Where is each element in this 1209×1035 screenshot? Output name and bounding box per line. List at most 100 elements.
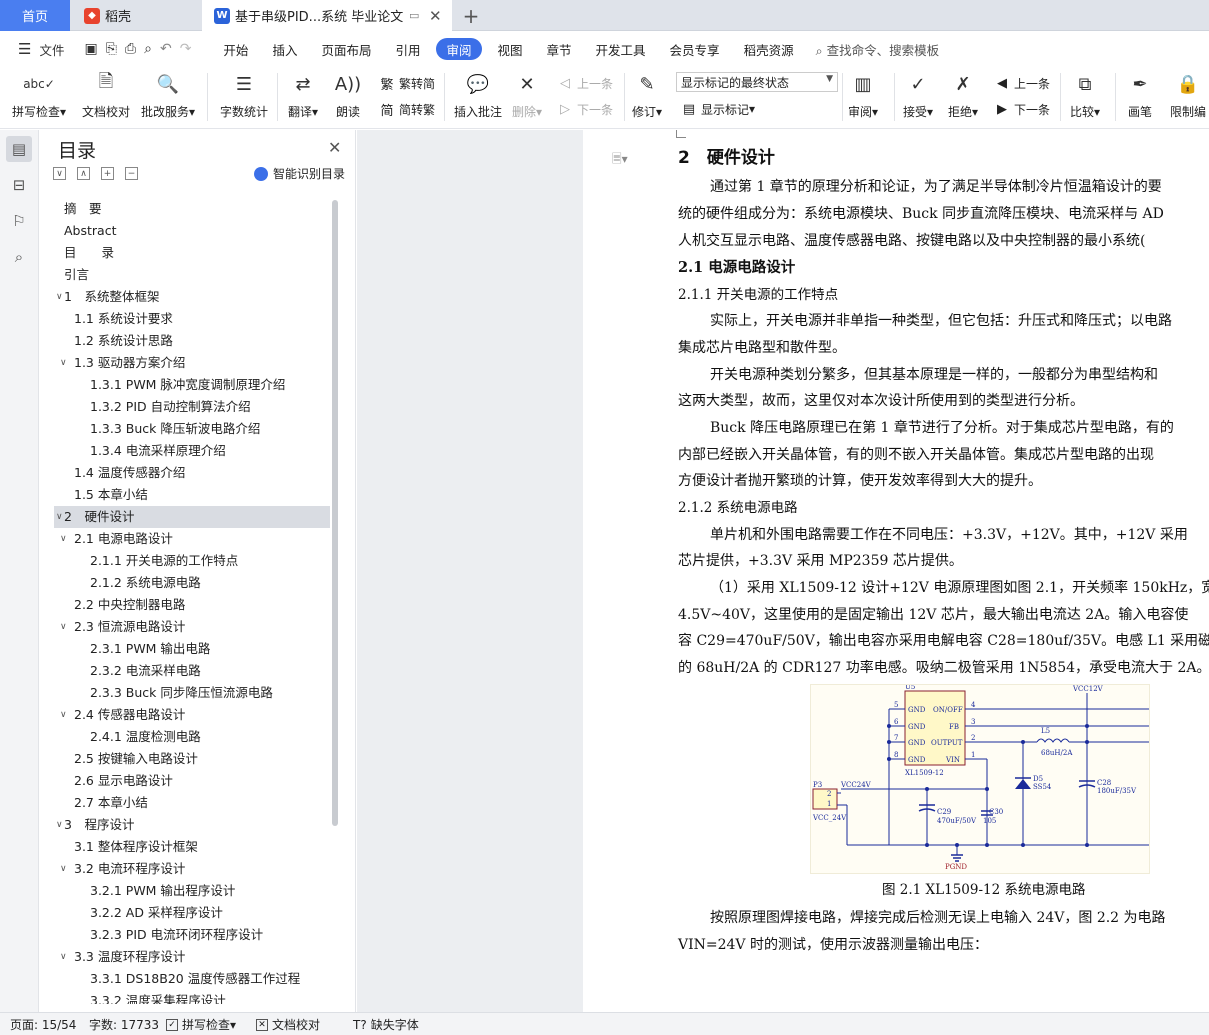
prev-comment-button[interactable]: ◁ 上一条 [556, 74, 613, 92]
chevron-down-icon[interactable]: ∨ [56, 506, 63, 528]
close-icon[interactable]: ✕ [328, 138, 341, 157]
chevron-down-icon[interactable]: ∨ [56, 814, 63, 836]
compare-button[interactable]: ⧉ 比较▾ [1070, 69, 1100, 120]
tab-document[interactable]: W 基于串级PID...系统 毕业论文 ▭ ✕ [202, 0, 452, 31]
toc-item[interactable]: 1.2 系统设计思路 [54, 330, 330, 352]
toc-item[interactable]: 引言 [54, 264, 330, 286]
review-pane-button[interactable]: ▥ 审阅▾ [848, 69, 878, 120]
next-change-button[interactable]: ▶ 下一条 [993, 100, 1050, 118]
add-heading-icon[interactable]: + [101, 167, 114, 180]
toc-item[interactable]: 2.4.1 温度检测电路 [54, 726, 330, 748]
ribbon-tab-7[interactable]: 开发工具 [584, 38, 658, 60]
page-indicator[interactable]: 页面: 15/54 [10, 1016, 76, 1033]
pin-tab-icon[interactable]: ▭ [409, 9, 419, 22]
reject-button[interactable]: ✗ 拒绝▾ [948, 69, 978, 120]
toc-item[interactable]: 2.1.2 系统电源电路 [54, 572, 330, 594]
chapter-nav-icon[interactable]: ⊟ [6, 172, 32, 198]
read-aloud-button[interactable]: A)) 朗读 [333, 69, 363, 120]
toc-item[interactable]: 1.3.3 Buck 降压斩波电路介绍 [54, 418, 330, 440]
ribbon-tab-1[interactable]: 插入 [260, 38, 309, 60]
toc-item[interactable]: ∨ 3.3 温度环程序设计 [54, 946, 330, 968]
toc-item[interactable]: 1.3.2 PID 自动控制算法介绍 [54, 396, 330, 418]
toc-item[interactable]: 1.1 系统设计要求 [54, 308, 330, 330]
toc-item[interactable]: 摘 要 [54, 198, 330, 220]
toc-item[interactable]: 1.4 温度传感器介绍 [54, 462, 330, 484]
ribbon-tab-5[interactable]: 视图 [486, 38, 535, 60]
new-tab-icon[interactable]: + [458, 0, 484, 31]
expand-all-icon[interactable]: ∧ [77, 167, 90, 180]
toc-item[interactable]: 3.2.3 PID 电流环闭环程序设计 [54, 924, 330, 946]
missing-font-indicator[interactable]: T? 缺失字体 [353, 1016, 419, 1033]
toc-item[interactable]: 2.3.3 Buck 同步降压恒流源电路 [54, 682, 330, 704]
ribbon-tab-3[interactable]: 引用 [383, 38, 432, 60]
chevron-down-icon[interactable]: ∨ [60, 528, 67, 550]
save-icon[interactable]: ▣ [84, 41, 97, 57]
prev-change-button[interactable]: ◀ 上一条 [993, 74, 1050, 92]
toc-item[interactable]: Abstract [54, 220, 330, 242]
toc-item[interactable]: 2.3.1 PWM 输出电路 [54, 638, 330, 660]
toc-item[interactable]: ∨ 2.4 传感器电路设计 [54, 704, 330, 726]
toc-nav-icon[interactable]: ▤ [6, 136, 32, 162]
toc-item[interactable]: 1.3.1 PWM 脉冲宽度调制原理介绍 [54, 374, 330, 396]
status-doc-check[interactable]: ✕ 文档校对 [256, 1016, 320, 1033]
chevron-down-icon[interactable]: ∨ [60, 352, 67, 374]
remove-heading-icon[interactable]: − [125, 167, 138, 180]
toc-item[interactable]: 2.1.1 开关电源的工作特点 [54, 550, 330, 572]
restrict-edit-button[interactable]: 🔒 限制编 [1170, 69, 1206, 120]
toc-item[interactable]: ∨ 2.1 电源电路设计 [54, 528, 330, 550]
batch-service-button[interactable]: 🔍 批改服务▾ [141, 69, 195, 120]
to-simplified-button[interactable]: 繁 繁转简 [378, 74, 435, 93]
toc-item[interactable]: 3.2.1 PWM 输出程序设计 [54, 880, 330, 902]
toc-item[interactable]: 2.6 显示电路设计 [54, 770, 330, 792]
ribbon-tab-8[interactable]: 会员专享 [658, 38, 732, 60]
ribbon-tab-0[interactable]: 开始 [211, 38, 260, 60]
toc-item[interactable]: 目 录 [54, 242, 330, 264]
toc-item[interactable]: 3.1 整体程序设计框架 [54, 836, 330, 858]
ribbon-tab-2[interactable]: 页面布局 [309, 38, 383, 60]
export-pdf-icon[interactable]: ⎘ [106, 41, 117, 57]
toc-item[interactable]: ∨ 1 系统整体框架 [54, 286, 330, 308]
chevron-down-icon[interactable]: ∨ [60, 616, 67, 638]
toc-item[interactable]: ∨ 1.3 驱动器方案介绍 [54, 352, 330, 374]
collapse-all-icon[interactable]: ∨ [53, 167, 66, 180]
chevron-down-icon[interactable]: ∨ [60, 946, 67, 968]
file-menu[interactable]: ☰ 文件 [0, 40, 74, 59]
toc-item[interactable]: 2.3.2 电流采样电路 [54, 660, 330, 682]
toc-item[interactable]: ∨ 2.3 恒流源电路设计 [54, 616, 330, 638]
revise-button[interactable]: ✎ 修订▾ [632, 69, 662, 120]
toc-item[interactable]: 2.7 本章小结 [54, 792, 330, 814]
doc-options-icon[interactable]: 🗏▾ [612, 150, 628, 171]
to-traditional-button[interactable]: 简 简转繁 [378, 100, 435, 119]
chevron-down-icon[interactable]: ∨ [60, 704, 67, 726]
print-preview-icon[interactable]: ⌕ [144, 41, 152, 57]
delete-comment-button[interactable]: ✕ 删除▾ [512, 69, 542, 120]
next-comment-button[interactable]: ▷ 下一条 [556, 100, 613, 118]
insert-comment-button[interactable]: 💬 插入批注 [454, 69, 502, 120]
toc-item[interactable]: 1.3.4 电流采样原理介绍 [54, 440, 330, 462]
smart-toc-button[interactable]: 智能识别目录 [254, 165, 345, 182]
toc-item[interactable]: 2.5 按键输入电路设计 [54, 748, 330, 770]
toc-item[interactable]: 3.2.2 AD 采样程序设计 [54, 902, 330, 924]
ribbon-tab-6[interactable]: 章节 [535, 38, 584, 60]
undo-icon[interactable]: ↶ [160, 41, 172, 57]
toc-item[interactable]: ∨ 3.2 电流环程序设计 [54, 858, 330, 880]
document-page[interactable]: 🗏▾ 2 硬件设计 通过第 1 章节的原理分析和论证，为了满足半导体制冷片恒温箱设… [584, 130, 1209, 1012]
tab-home[interactable]: 首页 [0, 0, 70, 31]
close-tab-icon[interactable]: ✕ [429, 7, 442, 25]
doc-check-button[interactable]: 🗎 文档校对 [82, 69, 130, 120]
ribbon-tab-4[interactable]: 审阅 [436, 38, 482, 60]
redo-icon[interactable]: ↷ [180, 41, 192, 57]
command-search[interactable]: ⌕ 查找命令、搜索模板 [816, 40, 940, 59]
toc-item[interactable]: ∨ 3 程序设计 [54, 814, 330, 836]
print-icon[interactable]: ⎙ [125, 41, 136, 57]
toc-item[interactable]: 2.2 中央控制器电路 [54, 594, 330, 616]
markup-state-select[interactable]: 显示标记的最终状态 ▼ [676, 72, 838, 92]
toc-item[interactable]: ∨ 2 硬件设计 [54, 506, 330, 528]
bookmark-icon[interactable]: ⚐ [6, 208, 32, 234]
spell-check-button[interactable]: abc✓ 拼写检查▾ [12, 69, 66, 120]
translate-button[interactable]: ⇄ 翻译▾ [288, 69, 318, 120]
toc-item[interactable]: 3.3.2 温度采集程序设计 [54, 990, 330, 1004]
ribbon-tab-9[interactable]: 稻壳资源 [732, 38, 806, 60]
status-spell-check[interactable]: ✓ 拼写检查 ▾ [166, 1016, 236, 1033]
toc-scrollbar[interactable] [332, 200, 338, 826]
